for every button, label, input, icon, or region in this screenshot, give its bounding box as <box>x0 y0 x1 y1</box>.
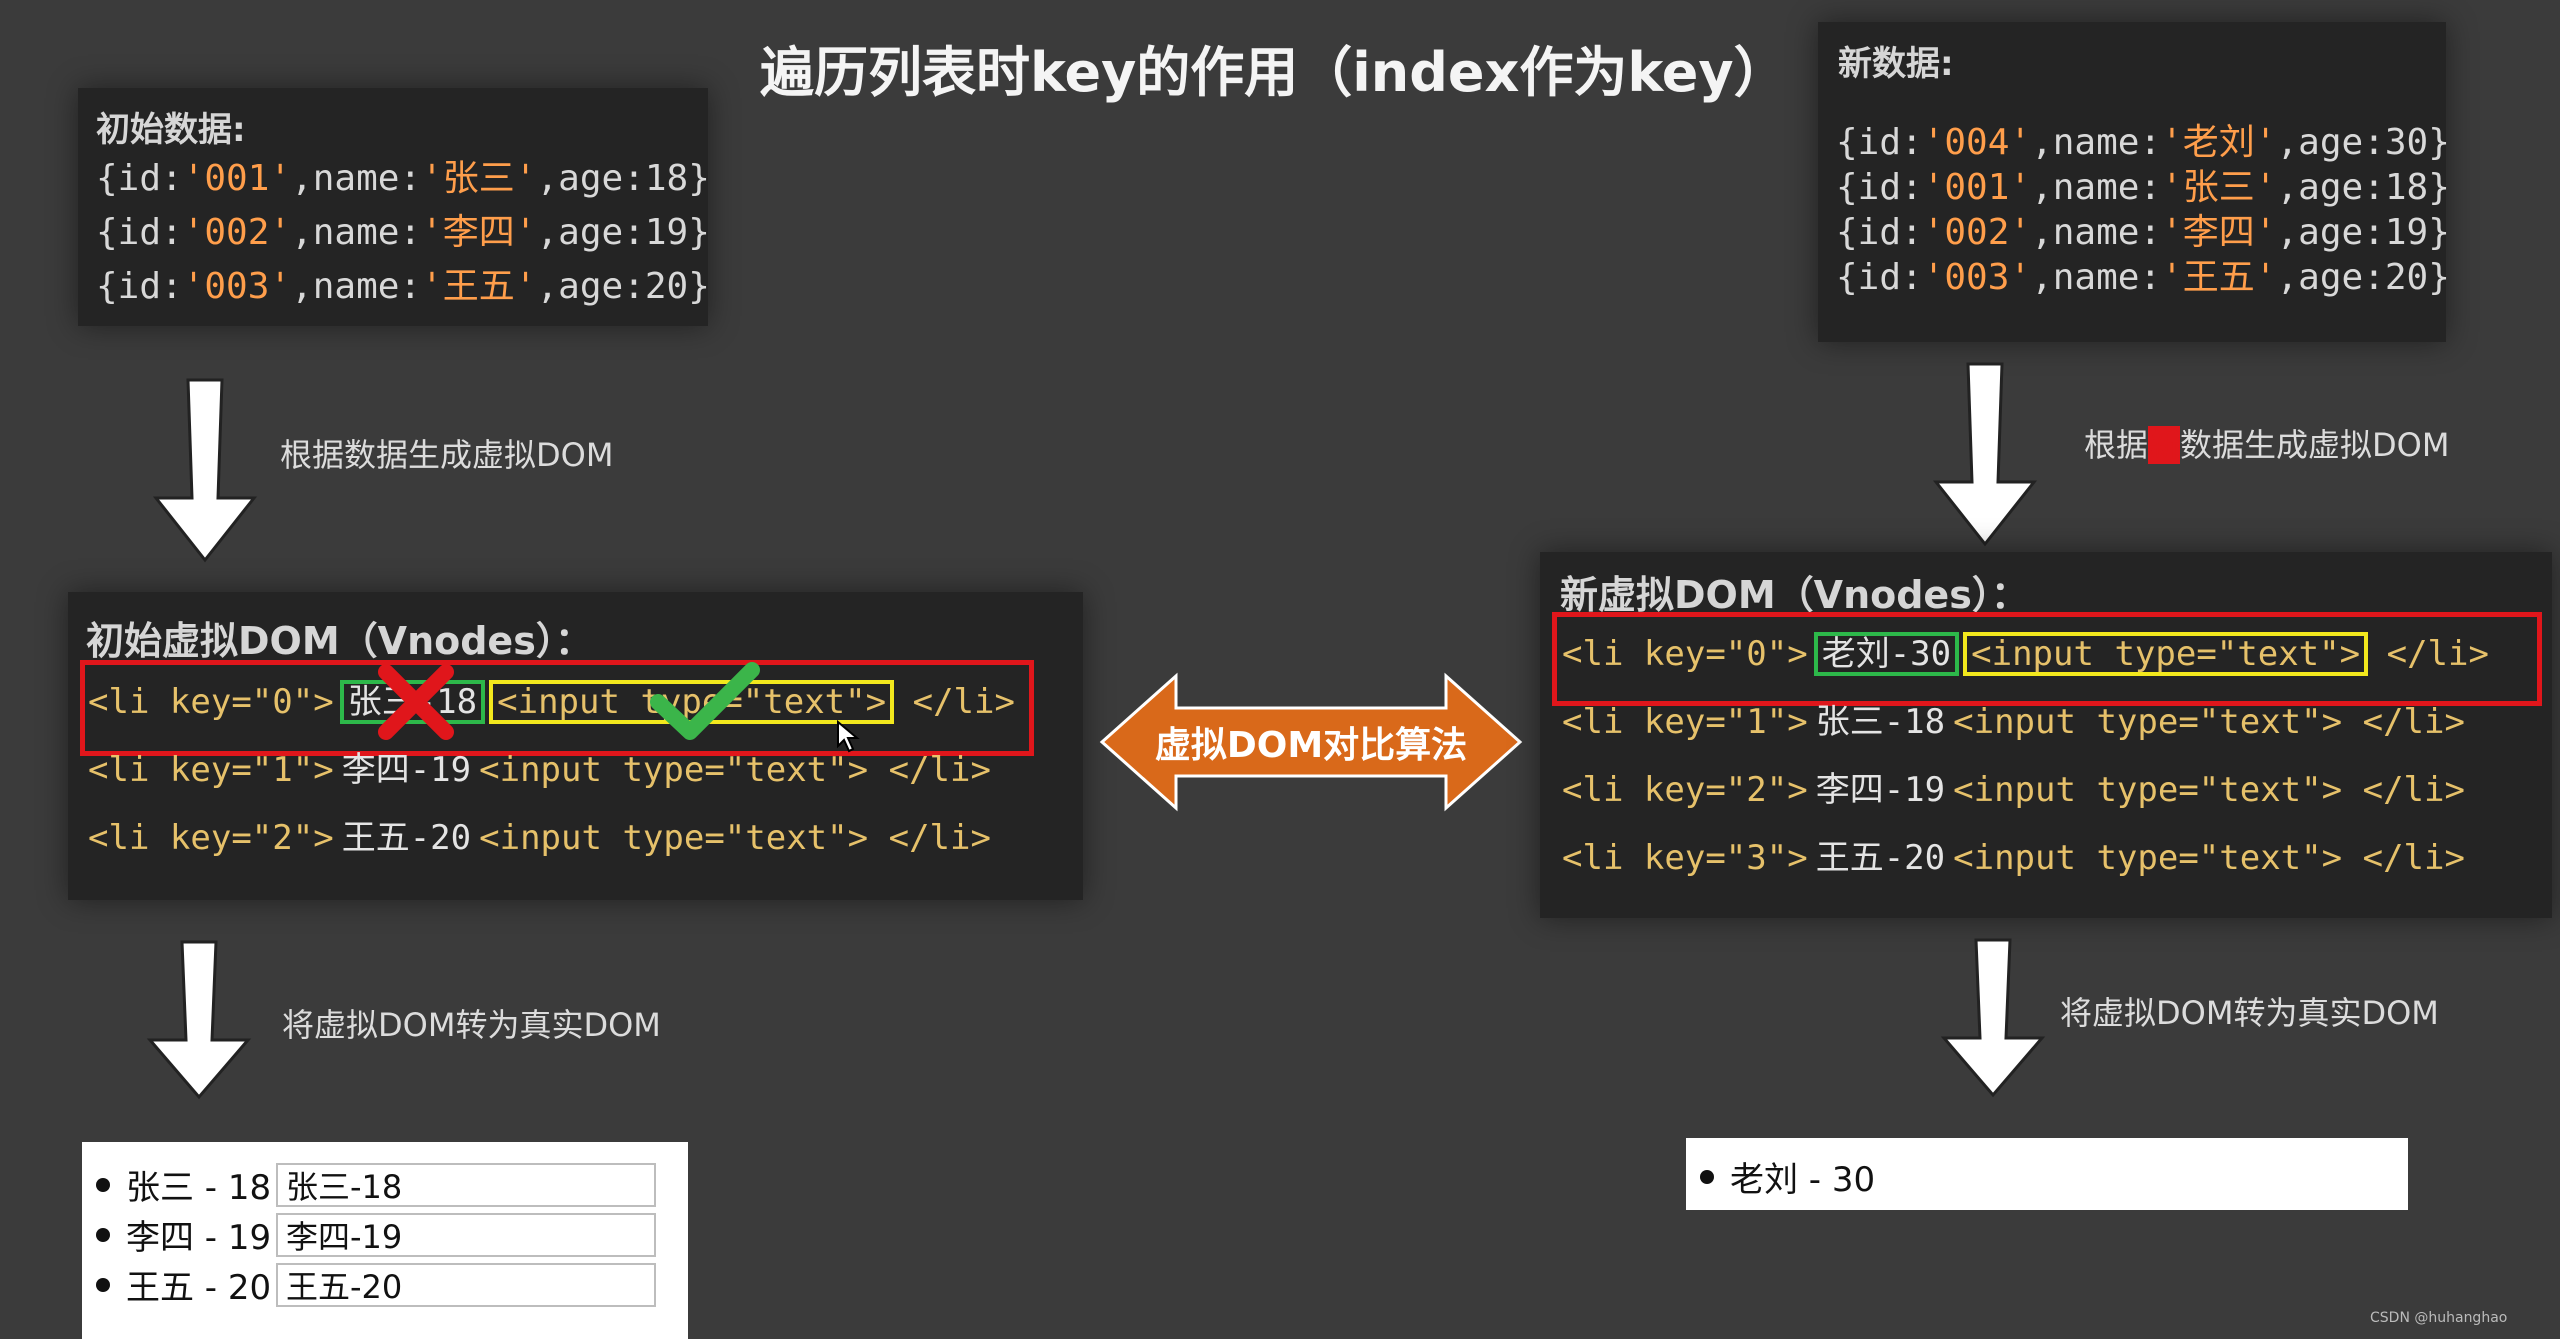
initial-data-row: {id:'001',name:'张三',age:18} <box>96 158 710 199</box>
new-vdom-title: 新虚拟DOM（Vnodes）： <box>1560 573 2029 617</box>
list-item: 老刘 - 30 <box>1686 1152 1875 1201</box>
initial-vdom-panel: 初始虚拟DOM（Vnodes）： <li key="0">张三-18<input… <box>68 592 1083 900</box>
new-data-title: 新数据: <box>1838 44 1954 84</box>
text-input[interactable]: 王五-20 <box>276 1262 656 1307</box>
down-arrow-icon <box>144 940 254 1100</box>
text-input[interactable]: 张三-18 <box>276 1162 656 1207</box>
vnode-row: <li key="1"> 张三-18 <input type="text"> </l… <box>1562 702 2465 742</box>
list-item: 李四 - 19 李四-19 <box>82 1210 656 1259</box>
new-data-row: {id:'003',name:'王五',age:20} <box>1836 257 2450 298</box>
down-arrow-icon <box>1930 362 2040 547</box>
list-item: 王五 - 20 王五-20 <box>82 1260 656 1309</box>
down-arrow-icon <box>150 378 260 563</box>
vnode-row: <li key="2"> 王五-20 <input type="text"> </l… <box>88 818 991 858</box>
bullet-icon <box>96 1177 110 1192</box>
initial-vdom-title: 初始虚拟DOM（Vnodes）： <box>86 619 593 663</box>
new-data-list: {id:'004',name:'老刘',age:30} {id:'001',na… <box>1836 120 2450 300</box>
vnode-row: <li key="0">张三-18<input type="text"> </l… <box>88 680 1015 724</box>
new-vdom-panel: 新虚拟DOM（Vnodes）： <li key="0"> 老刘-30 <input … <box>1540 552 2552 918</box>
diff-algorithm-label: 虚拟DOM对比算法 <box>1154 725 1468 766</box>
initial-data-row: {id:'002',name:'李四',age:19} <box>96 212 710 253</box>
check-mark-icon <box>650 662 760 746</box>
new-data-row: {id:'002',name:'李四',age:19} <box>1836 212 2450 253</box>
new-data-panel: 新数据: {id:'004',name:'老刘',age:30} {id:'00… <box>1818 22 2450 342</box>
bullet-icon <box>96 1227 110 1242</box>
real-dom-right: 老刘 - 30 <box>1686 1138 2408 1210</box>
cross-mark-icon <box>376 664 456 744</box>
initial-data-list: {id:'001',name:'张三',age:18} {id:'002',na… <box>96 152 710 314</box>
initial-data-row: {id:'003',name:'王五',age:20} <box>96 266 710 307</box>
vnode-row: <li key="3"> 王五-20 <input type="text"> </l… <box>1562 838 2465 878</box>
watermark: CSDN @huhanghao <box>2370 1310 2508 1326</box>
initial-data-panel: 初始数据: {id:'001',name:'张三',age:18} {id:'0… <box>78 88 710 326</box>
page-title: 遍历列表时key的作用（index作为key） <box>760 41 1788 104</box>
vnode-row: <li key="2"> 李四-19 <input type="text"> </l… <box>1562 770 2465 810</box>
down-arrow-icon <box>1938 938 2048 1098</box>
bullet-icon <box>1700 1169 1714 1184</box>
list-item: 张三 - 18 张三-18 <box>82 1160 656 1209</box>
generate-vdom-caption: 根据数据生成虚拟DOM <box>280 436 614 474</box>
real-dom-left: 张三 - 18 张三-18 李四 - 19 李四-19 王五 - 20 王五-2… <box>82 1142 688 1339</box>
generate-new-vdom-caption: 根据新数据生成虚拟DOM <box>2084 426 2450 464</box>
initial-data-title: 初始数据: <box>96 110 246 150</box>
new-data-row: {id:'004',name:'老刘',age:30} <box>1836 122 2450 163</box>
mouse-cursor-icon <box>836 719 862 758</box>
vnode-row: <li key="0"> 老刘-30 <input type="text"> </l… <box>1562 632 2489 676</box>
convert-real-dom-caption: 将虚拟DOM转为真实DOM <box>282 1006 661 1044</box>
convert-real-dom-caption: 将虚拟DOM转为真实DOM <box>2060 994 2439 1032</box>
new-data-row: {id:'001',name:'张三',age:18} <box>1836 167 2450 208</box>
bullet-icon <box>96 1277 110 1292</box>
text-input[interactable]: 李四-19 <box>276 1212 656 1257</box>
